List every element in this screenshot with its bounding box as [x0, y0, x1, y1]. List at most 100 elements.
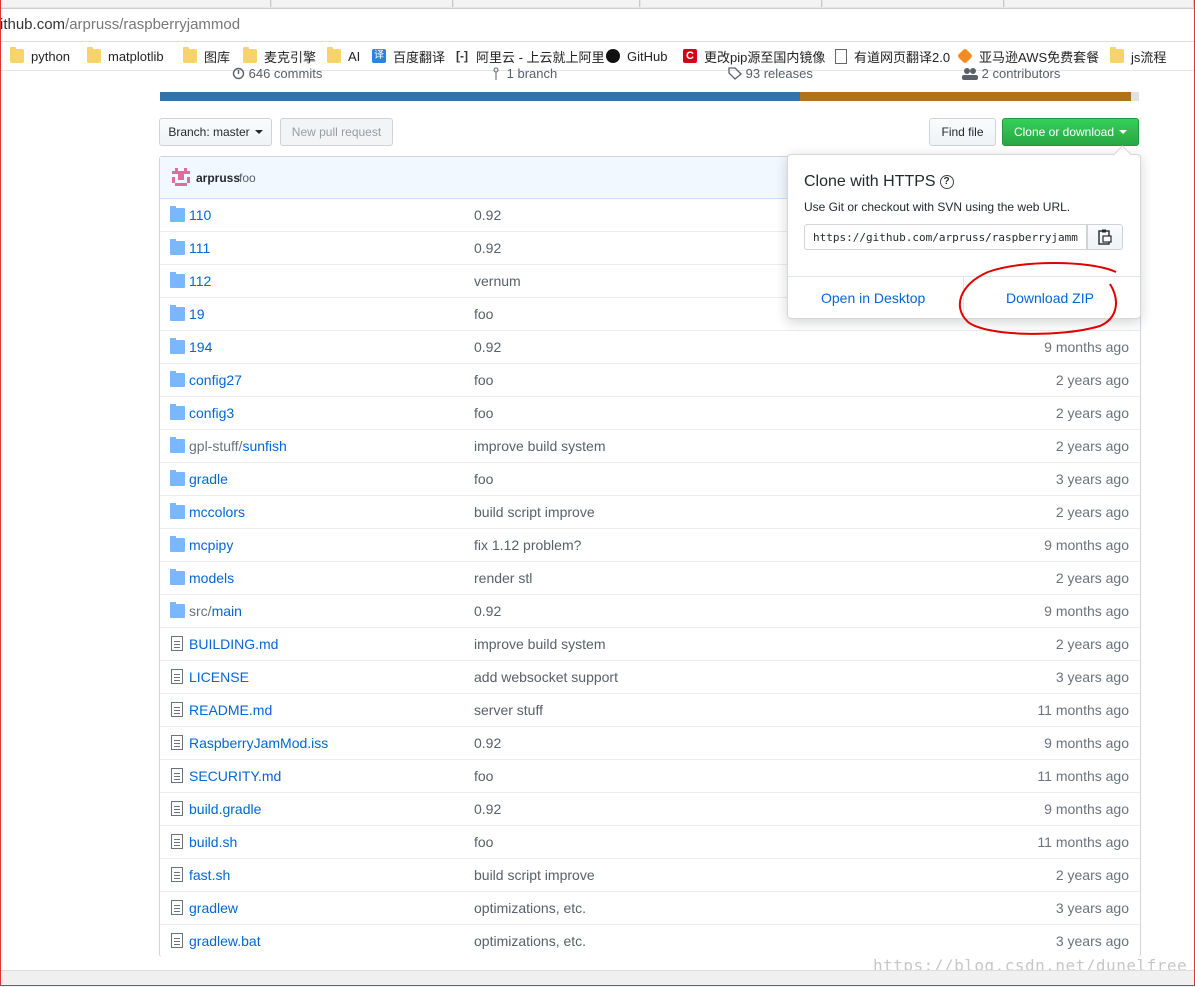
browser-tab[interactable]: [641, 0, 822, 7]
commit-message[interactable]: foo: [239, 171, 256, 185]
commit-message-link[interactable]: build script improve: [474, 504, 595, 520]
file-name-link[interactable]: SECURITY.md: [189, 768, 281, 784]
file-path-prefix: src/: [189, 603, 212, 619]
file-name-link[interactable]: LICENSE: [189, 669, 249, 685]
file-name-link[interactable]: build.sh: [189, 834, 237, 850]
commit-message-link[interactable]: improve build system: [474, 636, 606, 652]
file-name-link[interactable]: src/main: [189, 603, 242, 619]
file-name-link[interactable]: 110: [189, 207, 211, 223]
horizontal-scrollbar[interactable]: [0, 970, 1195, 987]
bookmark-item[interactable]: [-] 阿里云 - 上云就上阿里: [455, 47, 605, 65]
file-name-link[interactable]: gradlew.bat: [189, 933, 261, 949]
commits-link[interactable]: 646 commits: [232, 66, 322, 81]
folder-icon: [170, 305, 185, 321]
file-icon: [171, 834, 183, 849]
file-name-link[interactable]: gradlew: [189, 900, 238, 916]
browser-tab[interactable]: [1005, 0, 1194, 7]
releases-link[interactable]: 93 releases: [728, 66, 813, 81]
translate-icon: 译: [372, 49, 386, 63]
commit-message-link[interactable]: 0.92: [474, 735, 501, 751]
file-name-link[interactable]: fast.sh: [189, 867, 230, 883]
commit-message-link[interactable]: foo: [474, 306, 493, 322]
file-name-link[interactable]: gradle: [189, 471, 228, 487]
find-file-button[interactable]: Find file: [929, 118, 996, 146]
language-bar[interactable]: [160, 92, 1139, 101]
file-name-link[interactable]: models: [189, 570, 234, 586]
commit-message-link[interactable]: fix 1.12 problem?: [474, 537, 581, 553]
commit-message-link[interactable]: 0.92: [474, 603, 501, 619]
bookmark-item[interactable]: C 更改pip源至国内镜像: [683, 47, 825, 65]
file-name-link[interactable]: 112: [189, 273, 211, 289]
commit-message-link[interactable]: optimizations, etc.: [474, 933, 586, 949]
folder-icon: [327, 47, 341, 63]
file-name-link[interactable]: 111: [189, 240, 210, 256]
bookmark-item[interactable]: AI: [327, 47, 360, 65]
browser-tab[interactable]: [272, 0, 453, 7]
bookmark-item[interactable]: 译百度翻译: [372, 47, 445, 65]
commit-message-link[interactable]: foo: [474, 834, 493, 850]
commit-message-link[interactable]: 0.92: [474, 207, 501, 223]
commit-message-link[interactable]: 0.92: [474, 240, 501, 256]
new-pull-request-label: New pull request: [291, 125, 382, 139]
tag-icon: [728, 67, 742, 80]
commit-message-link[interactable]: optimizations, etc.: [474, 900, 586, 916]
bookmark-item[interactable]: 有道网页翻译2.0: [835, 47, 950, 65]
url-path: /arpruss/raspberryjammod: [65, 16, 241, 33]
clone-url-input[interactable]: [804, 224, 1087, 250]
file-name-link[interactable]: 194: [189, 339, 212, 355]
browser-tab[interactable]: [0, 0, 271, 7]
browser-tab[interactable]: [823, 0, 1004, 7]
bookmark-item[interactable]: 图库: [183, 47, 230, 65]
branch-select-button[interactable]: Branch: master: [159, 118, 272, 146]
file-name-link[interactable]: build.gradle: [189, 801, 261, 817]
commit-age: 9 months ago: [1044, 801, 1129, 817]
avatar[interactable]: [172, 168, 190, 186]
folder-icon: [183, 47, 197, 63]
commit-message-link[interactable]: 0.92: [474, 801, 501, 817]
file-name-link[interactable]: 19: [189, 306, 205, 322]
file-icon: [171, 669, 183, 684]
commit-message-link[interactable]: 0.92: [474, 339, 501, 355]
file-name-link[interactable]: mcpipy: [189, 537, 233, 553]
commit-message-link[interactable]: server stuff: [474, 702, 543, 718]
browser-tab-strip: [0, 0, 1195, 9]
branches-link[interactable]: 1 branch: [493, 66, 557, 81]
commit-message-link[interactable]: vernum: [474, 273, 521, 289]
commit-message-link[interactable]: foo: [474, 405, 493, 421]
address-url[interactable]: ithub.com/arpruss/raspberryjammod: [0, 16, 240, 33]
commit-message-link[interactable]: foo: [474, 372, 493, 388]
contributors-link[interactable]: 2 contributors: [962, 66, 1060, 81]
new-pull-request-button[interactable]: New pull request: [280, 118, 393, 146]
commit-message-link[interactable]: build script improve: [474, 867, 595, 883]
copy-url-button[interactable]: [1087, 224, 1123, 250]
commit-message-link[interactable]: foo: [474, 471, 493, 487]
repo-summary: 646 commits 1 branch 93 releases 2 contr…: [160, 66, 1131, 92]
browser-tab[interactable]: [454, 0, 640, 7]
clone-title-text: Clone with HTTPS: [804, 173, 936, 190]
commit-message-link[interactable]: improve build system: [474, 438, 606, 454]
file-name-link[interactable]: gpl-stuff/sunfish: [189, 438, 287, 454]
file-name-link[interactable]: README.md: [189, 702, 272, 718]
bookmark-item[interactable]: 麦克引擎: [243, 47, 316, 65]
bookmark-item[interactable]: GitHub: [606, 47, 667, 65]
help-icon[interactable]: ?: [939, 174, 954, 189]
bookmark-item[interactable]: 亚马逊AWS免费套餐: [957, 47, 1099, 65]
commit-author[interactable]: arpruss: [196, 171, 240, 185]
file-name: mccolors: [189, 504, 246, 520]
commit-message-link[interactable]: foo: [474, 768, 493, 784]
bookmark-item[interactable]: python: [10, 47, 70, 65]
clone-download-button[interactable]: Clone or download: [1002, 118, 1139, 146]
file-icon: [171, 735, 183, 750]
commit-icon: [232, 67, 245, 80]
file-name-link[interactable]: RaspberryJamMod.iss: [189, 735, 328, 751]
file-name-link[interactable]: config3: [189, 405, 234, 421]
bookmark-item[interactable]: matplotlib: [87, 47, 164, 65]
commit-message-link[interactable]: render stl: [474, 570, 532, 586]
file-name-link[interactable]: BUILDING.md: [189, 636, 278, 652]
commit-message-link[interactable]: add websocket support: [474, 669, 618, 685]
address-bar[interactable]: ithub.com/arpruss/raspberryjammod: [0, 9, 1195, 42]
file-name-link[interactable]: mccolors: [189, 504, 245, 520]
file-name-link[interactable]: config27: [189, 372, 242, 388]
bookmark-item[interactable]: js流程: [1110, 47, 1166, 65]
open-in-desktop-link[interactable]: Open in Desktop: [821, 290, 925, 306]
